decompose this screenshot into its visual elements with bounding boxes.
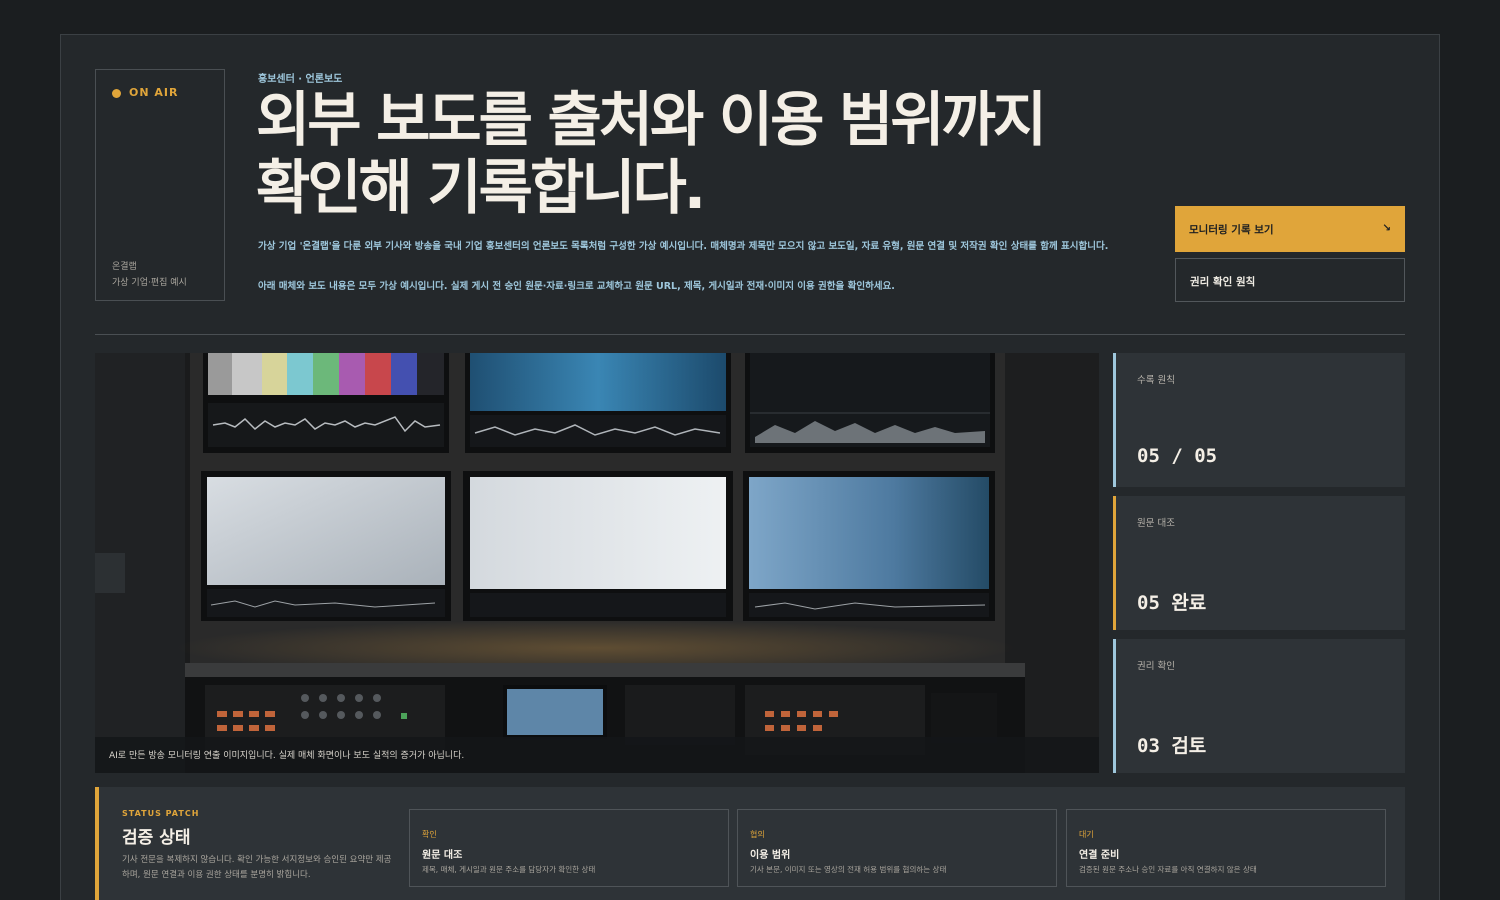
onair-label: ON AIR — [129, 86, 179, 99]
monitoring-record-button[interactable]: 모니터링 기록 보기 ↘ — [1175, 206, 1405, 252]
breadcrumb: 홍보센터 · 언론보도 — [258, 74, 343, 85]
page-title: 외부 보도를 출처와 이용 범위까지 확인해 기록합니다. — [256, 86, 1156, 222]
stat-card-principles: 수록 원칙 05 / 05 — [1113, 353, 1405, 487]
monitor-wall-illustration — [95, 353, 1099, 773]
arrow-down-right-icon: ↘ — [1382, 222, 1391, 234]
intro-description: 가상 기업 '온결랩'을 다룬 외부 기사와 방송을 국내 기업 홍보센터의 언… — [258, 241, 1109, 252]
stat-value: 05 / 05 — [1137, 445, 1218, 467]
stat-card-source-check: 원문 대조 05 완료 — [1113, 496, 1405, 630]
status-card-desc: 제목, 매체, 게시일과 원문 주소를 담당자가 확인한 상태 — [422, 865, 596, 874]
status-card-title: 이용 범위 — [750, 850, 791, 861]
status-note: 기사 전문을 복제하지 않습니다. 확인 가능한 서지정보와 승인된 요약만 제… — [122, 855, 392, 880]
stat-card-rights-check: 권리 확인 03 검토 — [1113, 639, 1405, 773]
status-tag: STATUS PATCH — [122, 809, 200, 818]
intro-notice: 아래 매체와 보도 내용은 모두 가상 예시입니다. 실제 게시 전 승인 원문… — [258, 281, 895, 292]
image-caption: AI로 만든 방송 모니터링 연출 이미지입니다. 실제 매체 화면이나 보도 … — [109, 751, 465, 761]
status-card-desc: 기사 본문, 이미지 또는 영상의 전재 허용 범위를 협의하는 상태 — [750, 865, 947, 874]
stat-value: 03 검토 — [1137, 735, 1207, 757]
brand-subtitle: 가상 기업·편집 예시 — [112, 278, 187, 288]
status-card-kind: 확인 — [422, 830, 437, 839]
divider — [95, 334, 1405, 335]
status-card-title: 원문 대조 — [422, 850, 463, 861]
stat-value: 05 완료 — [1137, 592, 1207, 614]
status-card-title: 연결 준비 — [1079, 850, 1120, 861]
status-title: 검증 상태 — [122, 828, 191, 848]
onair-dot-icon — [112, 89, 121, 98]
status-card-kind: 협의 — [750, 830, 765, 839]
status-card-kind: 대기 — [1079, 830, 1094, 839]
status-card-source: 확인 원문 대조 제목, 매체, 게시일과 원문 주소를 담당자가 확인한 상태 — [409, 809, 729, 887]
page-title-line2: 확인해 기록합니다. — [256, 153, 706, 222]
monitoring-room-image: AI로 만든 방송 모니터링 연출 이미지입니다. 실제 매체 화면이나 보도 … — [95, 353, 1099, 773]
status-patch: STATUS PATCH 검증 상태 기사 전문을 복제하지 않습니다. 확인 … — [95, 787, 1405, 900]
monitoring-record-label: 모니터링 기록 보기 — [1189, 224, 1274, 236]
page-title-line1: 외부 보도를 출처와 이용 범위까지 — [256, 85, 1047, 154]
stat-label: 원문 대조 — [1137, 518, 1175, 529]
status-card-usage: 협의 이용 범위 기사 본문, 이미지 또는 영상의 전재 허용 범위를 협의하… — [737, 809, 1057, 887]
onair-box: ON AIR 온결랩 가상 기업·편집 예시 — [95, 69, 225, 301]
status-card-desc: 검증된 원문 주소나 승인 자료를 아직 연결하지 않은 상태 — [1079, 865, 1257, 874]
status-card-link: 대기 연결 준비 검증된 원문 주소나 승인 자료를 아직 연결하지 않은 상태 — [1066, 809, 1386, 887]
rights-policy-button[interactable]: 권리 확인 원칙 — [1175, 258, 1405, 302]
brand-name: 온결랩 — [112, 262, 137, 272]
stat-label: 권리 확인 — [1137, 661, 1175, 672]
rights-policy-label: 권리 확인 원칙 — [1190, 276, 1256, 288]
stat-label: 수록 원칙 — [1137, 375, 1175, 386]
